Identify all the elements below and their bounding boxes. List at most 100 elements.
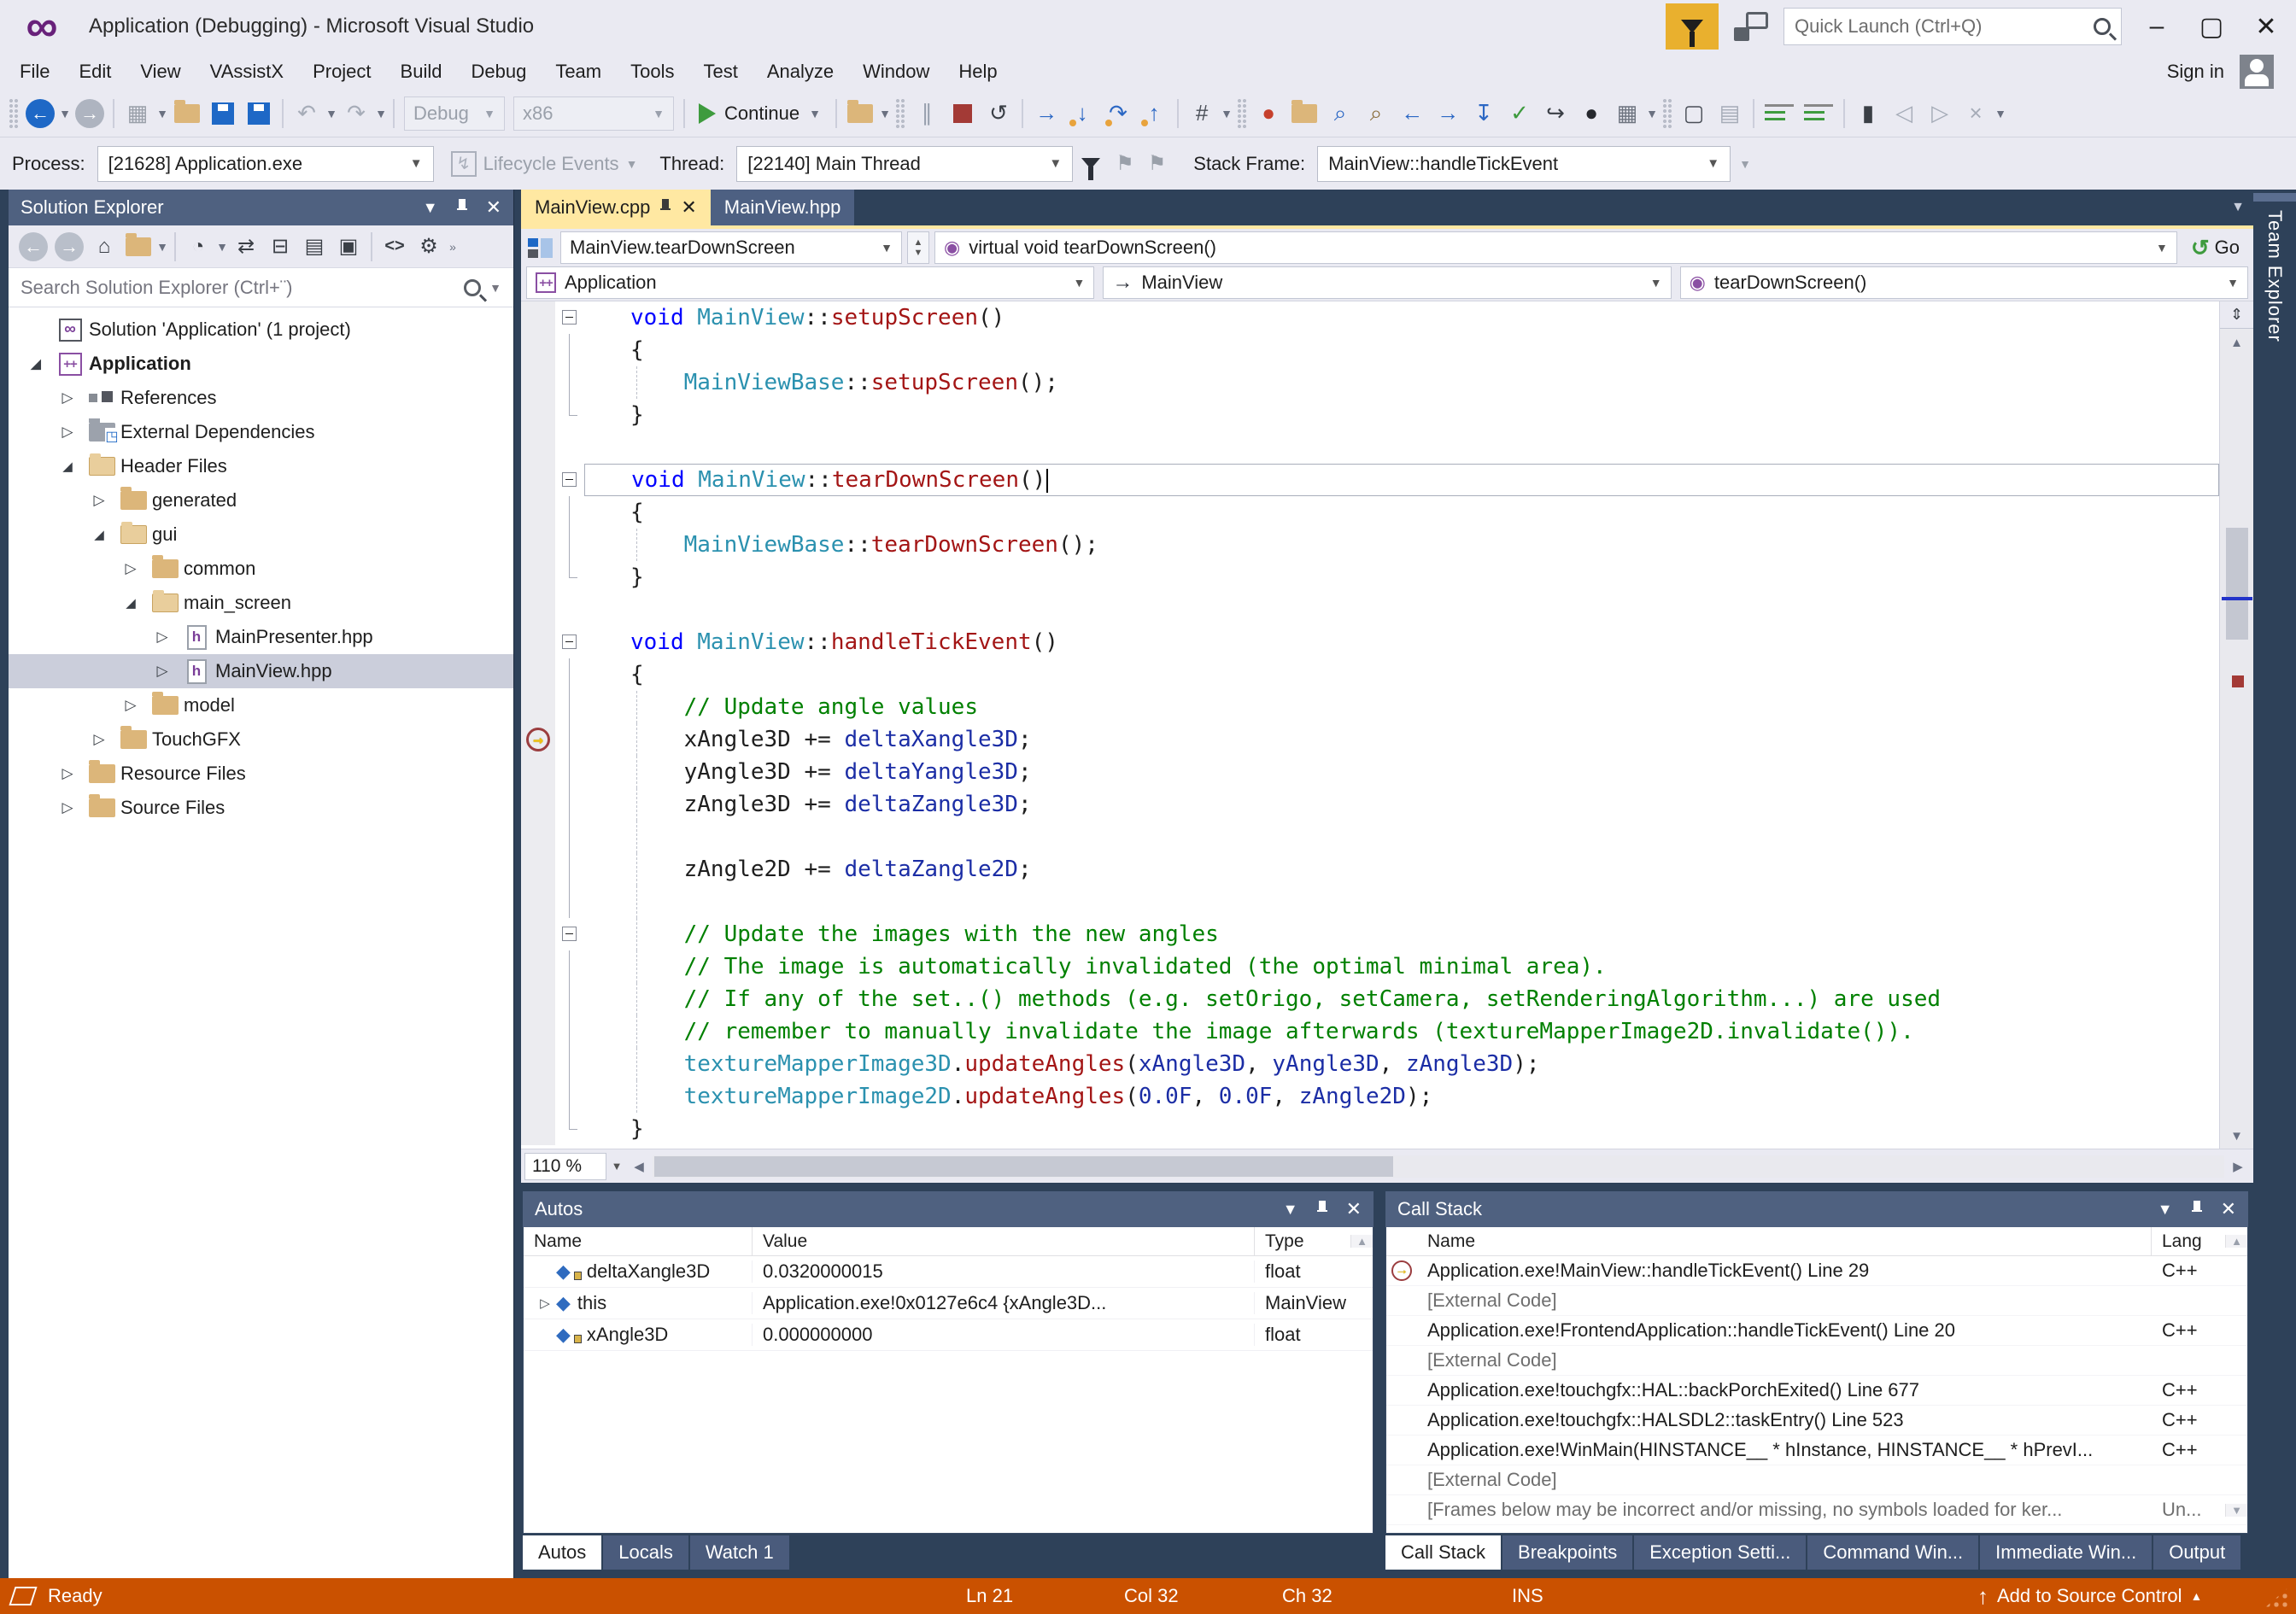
code-gutter[interactable]	[521, 301, 555, 334]
se-back-icon[interactable]: ←	[19, 232, 48, 261]
window-position-icon[interactable]: ▼	[423, 199, 438, 217]
pending-changes-filter-icon[interactable]: ◔	[181, 229, 215, 265]
sync-active-document-icon[interactable]: ⇄	[229, 229, 263, 265]
code-text[interactable]: yAngle3D += deltaYangle3D;	[584, 756, 2219, 788]
show-next-statement-icon[interactable]: →	[1028, 96, 1064, 132]
code-text[interactable]: void MainView::handleTickEvent()	[584, 626, 2219, 658]
tree-item-source-files[interactable]: ▷Source Files	[9, 791, 513, 825]
va-find-symbol-icon[interactable]: ⌕	[1358, 96, 1394, 132]
call-stack-scrollbar[interactable]: ▲	[2225, 1235, 2247, 1248]
expander-icon[interactable]: ▷	[115, 697, 146, 714]
vertical-scrollbar-thumb[interactable]	[2226, 528, 2248, 640]
thread-dropdown[interactable]: [22140] Main Thread▼	[736, 146, 1073, 182]
tab-breakpoints[interactable]: Breakpoints	[1502, 1535, 1632, 1570]
quick-launch-input[interactable]: Quick Launch (Ctrl+Q)	[1784, 8, 2122, 45]
tree-item-mainview-hpp[interactable]: ▷hMainView.hpp	[9, 654, 513, 688]
expander-icon[interactable]: ▷	[52, 799, 83, 816]
menu-debug[interactable]: Debug	[456, 53, 541, 90]
tree-item-touchgfx[interactable]: ▷TouchGFX	[9, 722, 513, 757]
open-file-icon[interactable]	[169, 96, 205, 132]
code-gutter[interactable]	[521, 1048, 555, 1080]
expander-icon[interactable]: ▷	[534, 1295, 556, 1311]
autos-row[interactable]: ▷◆thisApplication.exe!0x0127e6c4 {xAngle…	[524, 1288, 1373, 1319]
team-explorer-tab[interactable]: Team Explorer	[2264, 210, 2286, 342]
code-text[interactable]: }	[584, 561, 2219, 594]
notifications-funnel-button[interactable]	[1666, 3, 1719, 50]
va-spellcheck-icon[interactable]: ✓	[1502, 96, 1538, 132]
autos-col-value[interactable]: Value	[753, 1227, 1255, 1255]
collapse-region-icon[interactable]	[562, 927, 577, 941]
horizontal-scrollbar-thumb[interactable]	[654, 1156, 1393, 1177]
menu-project[interactable]: Project	[298, 53, 385, 90]
wrench-icon[interactable]: ⚙	[412, 229, 446, 265]
clear-bookmarks-icon[interactable]: ×	[1958, 96, 1994, 132]
menu-file[interactable]: File	[5, 53, 64, 90]
call-stack-frame[interactable]: →Application.exe!MainView::handleTickEve…	[1386, 1256, 2247, 1286]
menu-view[interactable]: View	[126, 53, 195, 90]
next-bookmark-icon[interactable]: ▷	[1922, 96, 1958, 132]
code-gutter[interactable]	[521, 658, 555, 691]
code-text[interactable]	[584, 886, 2219, 918]
tab-list-dropdown-icon[interactable]: ▼	[2231, 200, 2245, 215]
stack-frame-dropdown[interactable]: MainView::handleTickEvent▼	[1317, 146, 1731, 182]
code-gutter[interactable]	[521, 334, 555, 366]
code-text[interactable]	[584, 821, 2219, 853]
redo-icon[interactable]: ↷	[338, 96, 374, 132]
outdent-icon[interactable]	[1804, 102, 1833, 125]
va-paste-icon[interactable]: ↧	[1466, 96, 1502, 132]
va-nav-forward-icon[interactable]: →	[1430, 96, 1466, 132]
properties-icon[interactable]: ▣	[331, 229, 366, 265]
minimize-button[interactable]: –	[2137, 12, 2176, 41]
menu-edit[interactable]: Edit	[64, 53, 126, 90]
menu-help[interactable]: Help	[944, 53, 1011, 90]
code-text[interactable]: MainViewBase::setupScreen();	[584, 366, 2219, 399]
scroll-right-icon[interactable]: ▶	[2226, 1159, 2250, 1174]
process-dropdown[interactable]: [21628] Application.exe▼	[97, 146, 434, 182]
tab-exception-setti-[interactable]: Exception Setti...	[1634, 1535, 1806, 1570]
tab-immediate-win-[interactable]: Immediate Win...	[1980, 1535, 2152, 1570]
lifecycle-caret-icon[interactable]: ▼	[626, 157, 638, 171]
collapse-region-icon[interactable]	[562, 310, 577, 325]
expander-icon[interactable]: ▷	[52, 424, 83, 441]
maximize-button[interactable]: ▢	[2192, 12, 2231, 42]
collapse-all-icon[interactable]: ⊟	[263, 229, 297, 265]
va-go-button[interactable]: ↺ Go	[2182, 231, 2248, 264]
code-text[interactable]: }	[584, 399, 2219, 431]
expander-icon[interactable]: ▷	[52, 765, 83, 782]
code-text[interactable]: {	[584, 334, 2219, 366]
code-gutter[interactable]	[521, 626, 555, 658]
dropdown-caret-icon[interactable]: ▼	[374, 107, 388, 120]
menu-analyze[interactable]: Analyze	[753, 53, 848, 90]
code-gutter[interactable]	[521, 691, 555, 723]
prev-bookmark-icon[interactable]: ◁	[1886, 96, 1922, 132]
editor-vertical-scrollbar[interactable]: ⇕ ▲ ▼	[2219, 301, 2253, 1149]
step-into-icon[interactable]: ↓	[1064, 96, 1100, 132]
call-stack-frame[interactable]: [External Code]	[1386, 1346, 2247, 1376]
code-gutter[interactable]	[521, 886, 555, 918]
dropdown-caret-icon[interactable]: ▼	[1220, 107, 1233, 120]
view-code-icon[interactable]: <>	[378, 229, 412, 265]
tab-output[interactable]: Output	[2153, 1535, 2240, 1570]
code-gutter[interactable]	[521, 399, 555, 431]
continue-button[interactable]: Continue▼	[690, 96, 830, 132]
zoom-level-dropdown[interactable]: 110 %	[524, 1153, 606, 1180]
tab-command-win-[interactable]: Command Win...	[1807, 1535, 1978, 1570]
dropdown-caret-icon[interactable]: ▼	[1994, 107, 2007, 120]
call-stack-frame[interactable]: Application.exe!touchgfx::HAL::backPorch…	[1386, 1376, 2247, 1406]
tab-locals[interactable]: Locals	[603, 1535, 688, 1570]
tree-item-solution-application-1-project-[interactable]: ∞Solution 'Application' (1 project)	[9, 313, 513, 347]
pin-icon[interactable]	[2192, 1201, 2202, 1218]
filter-threads-icon[interactable]	[1081, 158, 1100, 169]
vassistx-icon[interactable]: ●	[1250, 96, 1286, 132]
menu-vassistx[interactable]: VAssistX	[196, 53, 298, 90]
code-gutter[interactable]	[521, 853, 555, 886]
hex-display-icon[interactable]: #	[1184, 96, 1220, 132]
property-pages-icon[interactable]: ▤	[1712, 96, 1748, 132]
menu-build[interactable]: Build	[386, 53, 457, 90]
add-to-source-control-button[interactable]: ↑ Add to Source Control ▲	[1977, 1583, 2202, 1610]
code-gutter[interactable]	[521, 1080, 555, 1113]
expander-icon[interactable]: ◢	[20, 356, 51, 371]
code-text[interactable]: void MainView::setupScreen()	[584, 301, 2219, 334]
menu-team[interactable]: Team	[541, 53, 616, 90]
close-panel-icon[interactable]: ✕	[2221, 1198, 2236, 1220]
